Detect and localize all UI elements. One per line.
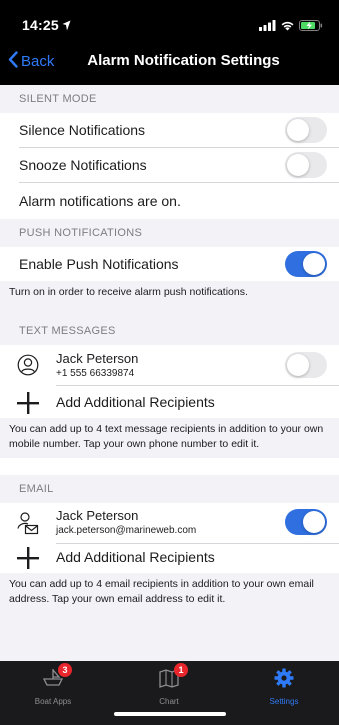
email-contact-toggle[interactable] xyxy=(285,509,327,535)
silence-notifications-toggle[interactable] xyxy=(285,117,327,143)
location-arrow-icon xyxy=(62,18,71,36)
settings-content[interactable]: SILENT MODE Silence Notifications Snooze… xyxy=(0,85,339,661)
add-sms-recipient-label: Add Additional Recipients xyxy=(56,394,215,410)
plus-icon xyxy=(17,547,39,574)
snooze-notifications-row: Snooze Notifications xyxy=(0,148,339,182)
enable-push-toggle[interactable] xyxy=(285,251,327,277)
tab-label-boat-apps: Boat Apps xyxy=(34,697,72,706)
tab-icon-wrap: 1 xyxy=(157,663,188,689)
gear-icon xyxy=(273,668,295,693)
divider xyxy=(56,385,339,386)
silence-notifications-label: Silence Notifications xyxy=(19,122,146,138)
sms-contact-phone: +1 555 66339874 xyxy=(56,368,135,379)
snooze-notifications-toggle[interactable] xyxy=(285,152,327,178)
section-header-email: EMAIL xyxy=(0,475,339,503)
toggle-knob xyxy=(287,154,309,176)
tab-label-chart: Chart xyxy=(159,697,179,706)
email-note: You can add up to 4 email recipients in … xyxy=(0,573,339,661)
add-email-recipient-label: Add Additional Recipients xyxy=(56,549,215,565)
home-indicator xyxy=(114,712,226,716)
status-bar: 14:25 xyxy=(0,0,339,40)
tab-boat-apps[interactable]: 3 Boat Apps xyxy=(13,663,93,706)
email-contact-address: jack.peterson@marineweb.com xyxy=(56,525,197,536)
toggle-knob xyxy=(287,354,309,376)
tab-label-settings: Settings xyxy=(269,697,299,706)
battery-charging-icon xyxy=(299,18,323,36)
sms-contact-toggle[interactable] xyxy=(285,352,327,378)
alarm-status-text: Alarm notifications are on. xyxy=(19,193,181,209)
tab-icon-wrap xyxy=(272,667,296,689)
toggle-knob xyxy=(303,511,325,533)
signal-icon xyxy=(259,18,276,36)
tab-settings[interactable]: Settings xyxy=(244,667,324,706)
add-email-recipient-button[interactable]: Add Additional Recipients xyxy=(0,543,339,571)
toggle-knob xyxy=(303,253,325,275)
section-header-text-messages: TEXT MESSAGES xyxy=(0,317,339,345)
plus-icon xyxy=(17,392,39,419)
wifi-icon xyxy=(280,18,295,36)
person-mail-icon xyxy=(17,511,39,540)
alarm-status-row: Alarm notifications are on. xyxy=(0,183,339,219)
section-header-silent-mode: SILENT MODE xyxy=(0,85,339,113)
person-icon xyxy=(17,354,39,381)
chart-badge: 1 xyxy=(174,663,188,677)
status-time: 14:25 xyxy=(22,17,59,33)
tab-chart[interactable]: 1 Chart xyxy=(129,663,209,706)
navigation-bar: Back Alarm Notification Settings xyxy=(0,40,339,85)
enable-push-label: Enable Push Notifications xyxy=(19,256,179,272)
email-contact-row[interactable]: Jack Peterson jack.peterson@marineweb.co… xyxy=(0,503,339,543)
sms-contact-row[interactable]: Jack Peterson +1 555 66339874 xyxy=(0,345,339,385)
email-contact-name: Jack Peterson xyxy=(56,508,139,523)
sms-contact-name: Jack Peterson xyxy=(56,351,139,366)
boat-icon xyxy=(41,669,65,693)
section-header-push-notifications: PUSH NOTIFICATIONS xyxy=(0,219,339,247)
boat-apps-badge: 3 xyxy=(58,663,72,677)
page-title: Alarm Notification Settings xyxy=(87,52,280,69)
sms-note: You can add up to 4 text message recipie… xyxy=(0,418,339,458)
add-sms-recipient-button[interactable]: Add Additional Recipients xyxy=(0,388,339,416)
chart-icon xyxy=(157,669,181,693)
silence-notifications-row: Silence Notifications xyxy=(0,113,339,147)
snooze-notifications-label: Snooze Notifications xyxy=(19,157,147,173)
enable-push-row: Enable Push Notifications xyxy=(0,247,339,281)
tab-icon-wrap: 3 xyxy=(41,663,72,689)
toggle-knob xyxy=(287,119,309,141)
